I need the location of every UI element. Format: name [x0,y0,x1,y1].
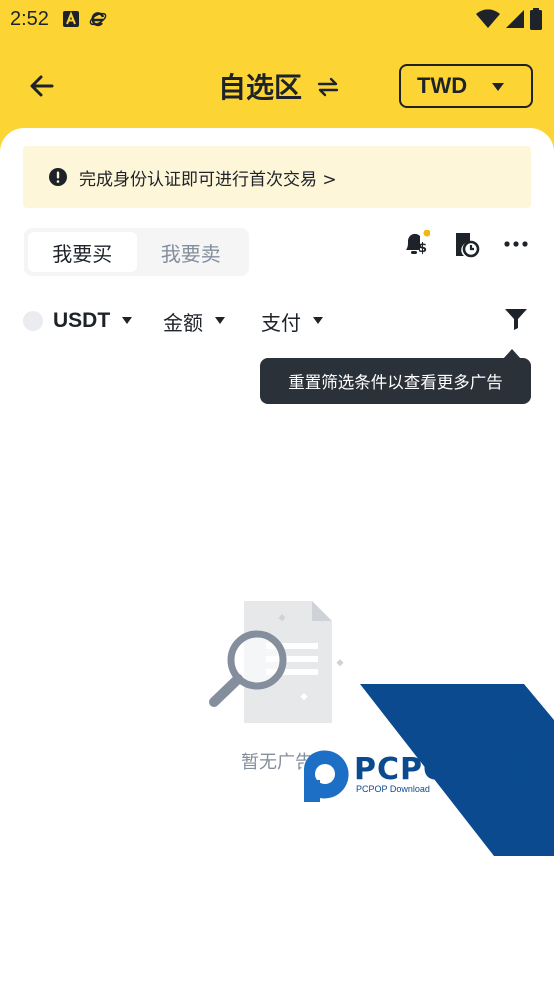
amount-filter[interactable]: 金额 [163,307,261,336]
coin-icon [23,311,43,331]
filter-tooltip: 重置筛选条件以查看更多广告 [260,349,531,404]
watermark-brand: PCPOP下载 [354,752,535,787]
tooltip-arrow [503,349,521,359]
payment-filter-label: 支付 [261,310,301,335]
app-header: 自选区 TWD [0,56,554,118]
filter-bar: USDT 金额 支付 [23,304,531,338]
currency-select[interactable]: TWD [399,64,533,108]
swap-icon[interactable] [316,76,340,98]
battery-icon [530,8,542,30]
chevron-down-icon [492,83,504,91]
tooltip-text: 重置筛选条件以查看更多广告 [288,373,503,392]
more-icon[interactable] [502,230,530,258]
tab-buy[interactable]: 我要买 [28,232,137,272]
svg-text:$: $ [418,241,427,256]
notification-a-icon [62,11,79,27]
back-arrow-icon[interactable] [26,70,58,102]
payment-filter[interactable]: 支付 [261,307,323,336]
notice-text: 完成身份认证即可进行首次交易 > [79,169,337,190]
bell-dollar-icon[interactable]: $ [402,230,430,258]
wifi-icon [476,9,500,28]
trade-toggle: 我要买 我要卖 [24,228,249,276]
filter-icon[interactable] [503,306,529,332]
order-history-icon[interactable] [452,230,480,258]
status-bar: 2:52 [0,0,554,38]
verification-notice[interactable]: 完成身份认证即可进行首次交易 > [23,146,531,208]
watermark: PCPOP下载 PCPOP Download [298,684,554,856]
signal-icon [506,10,524,28]
toolbar: $ [402,230,530,258]
page-title: 自选区 [218,71,303,104]
coin-filter-label: USDT [53,309,111,332]
browser-e-icon [89,12,107,27]
amount-filter-label: 金额 [163,310,203,335]
currency-label: TWD [417,73,468,98]
tab-sell[interactable]: 我要卖 [137,232,246,272]
chevron-down-icon [313,317,323,324]
chevron-down-icon [122,317,133,324]
coin-filter[interactable]: USDT [23,309,163,333]
info-icon [49,168,67,186]
watermark-sub: PCPOP Download [356,784,430,794]
status-time: 2:52 [10,7,49,30]
chevron-down-icon [215,317,225,324]
